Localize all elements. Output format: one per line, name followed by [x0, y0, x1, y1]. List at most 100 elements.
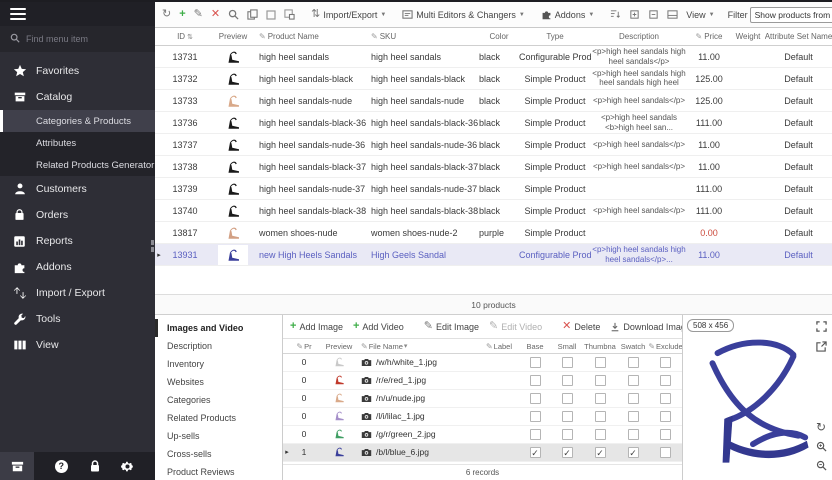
exclude-checkbox[interactable] [660, 357, 671, 368]
column-header-preview[interactable]: Preview [207, 32, 259, 41]
column-header-sku[interactable]: ✎SKU [371, 32, 479, 41]
thumbnail-checkbox[interactable] [595, 375, 606, 386]
swatch-checkbox[interactable] [628, 357, 639, 368]
zoom-out-icon[interactable] [814, 458, 828, 472]
table-row[interactable]: 13733high heel sandals-nudehigh heel san… [155, 90, 832, 112]
sidebar-item-orders[interactable]: Orders [0, 202, 155, 228]
table-row[interactable]: 13740high heel sandals-black-38high heel… [155, 200, 832, 222]
sort-button[interactable] [607, 7, 624, 22]
zoom-in-icon[interactable] [814, 439, 828, 453]
table-row[interactable]: 13738high heel sandals-black-37high heel… [155, 156, 832, 178]
thumbnail-checkbox[interactable] [595, 357, 606, 368]
lock-icon[interactable] [89, 452, 101, 480]
swatch-checkbox[interactable]: ✓ [628, 447, 639, 458]
image-row[interactable]: 0/r/e/red_1.jpg [283, 372, 682, 390]
base-checkbox[interactable]: ✓ [530, 447, 541, 458]
thumbnail-checkbox[interactable]: ✓ [595, 447, 606, 458]
small-checkbox[interactable] [562, 411, 573, 422]
sidebar-item-view[interactable]: View [0, 332, 155, 358]
sidebar-item-attributes[interactable]: Attributes [0, 132, 155, 154]
sidebar-item-categories-products[interactable]: Categories & Products [0, 110, 155, 132]
sidebar-search[interactable] [0, 26, 155, 52]
multi-editors-dropdown[interactable]: Multi Editors & Changers▼ [399, 7, 528, 22]
swatch-checkbox[interactable] [628, 411, 639, 422]
table-row[interactable]: ▸13931new High Heels SandalsHigh Geels S… [155, 244, 832, 266]
edit-image-button[interactable]: ✎Edit Image [421, 319, 482, 334]
base-checkbox[interactable] [530, 375, 541, 386]
gear-icon[interactable] [121, 452, 134, 480]
sidebar-item-customers[interactable]: Customers [0, 176, 155, 202]
tab-cross-sells[interactable]: Cross-sells [155, 445, 282, 463]
swatch-checkbox[interactable] [628, 375, 639, 386]
thumbnail-checkbox[interactable] [595, 429, 606, 440]
image-row[interactable]: 0/l/i/lilac_1.jpg [283, 408, 682, 426]
filter-select[interactable]: Show products from selected categories▼ [750, 7, 832, 23]
rotate-icon[interactable]: ↻ [814, 420, 828, 434]
tab-description[interactable]: Description [155, 337, 282, 355]
tab-websites[interactable]: Websites [155, 373, 282, 391]
thumbnail-checkbox[interactable] [595, 393, 606, 404]
image-row[interactable]: 0/w/h/white_1.jpg [283, 354, 682, 372]
delete-image-button[interactable]: ✕Delete [559, 319, 603, 334]
table-row[interactable]: 13817women shoes-nudewomen shoes-nude-2p… [155, 222, 832, 244]
column-header-weight[interactable]: Weight [731, 32, 765, 41]
image-column-header-exclude[interactable]: ✎Exclude [649, 342, 682, 351]
sidebar-item-addons[interactable]: Addons [0, 254, 155, 280]
exclude-checkbox[interactable] [660, 411, 671, 422]
sidebar-search-input[interactable] [26, 34, 145, 44]
tab-categories[interactable]: Categories [155, 391, 282, 409]
small-checkbox[interactable] [562, 393, 573, 404]
add-product-button[interactable]: + [176, 7, 188, 22]
small-checkbox[interactable] [562, 375, 573, 386]
image-row[interactable]: 0/g/r/green_2.jpg [283, 426, 682, 444]
table-row[interactable]: 13739high heel sandals-nude-37high heel … [155, 178, 832, 200]
exclude-checkbox[interactable] [660, 393, 671, 404]
panel-layout-button[interactable] [664, 7, 681, 22]
sidebar-item-tools[interactable]: Tools [0, 306, 155, 332]
small-checkbox[interactable]: ✓ [562, 447, 573, 458]
tab-up-sells[interactable]: Up-sells [155, 427, 282, 445]
view-dropdown[interactable]: View▼ [683, 8, 717, 22]
image-column-header-pr[interactable]: ✎Pr [291, 342, 317, 351]
image-column-header-base[interactable]: Base [519, 342, 551, 351]
expand-all-button[interactable] [626, 7, 643, 22]
column-header-attribute-set-name[interactable]: Attribute Set Name [765, 32, 832, 41]
column-header-product-name[interactable]: ✎Product Name [259, 32, 371, 41]
swatch-checkbox[interactable] [628, 429, 639, 440]
small-checkbox[interactable] [562, 357, 573, 368]
tab-related-products[interactable]: Related Products [155, 409, 282, 427]
hamburger-menu-icon[interactable] [10, 8, 26, 20]
image-row[interactable]: 0/n/u/nude.jpg [283, 390, 682, 408]
tab-images-and-video[interactable]: Images and Video [155, 319, 282, 337]
edit-product-button[interactable]: ✎ [191, 7, 206, 22]
panel-resize-handle[interactable] [151, 238, 155, 254]
column-header-description[interactable]: Description [591, 32, 687, 41]
table-row[interactable]: 13732high heel sandals-blackhigh heel sa… [155, 68, 832, 90]
column-header-price[interactable]: ✎Price [687, 32, 731, 41]
image-row[interactable]: ▸1/b/l/blue_6.jpg✓✓✓✓ [283, 444, 682, 462]
base-checkbox[interactable] [530, 357, 541, 368]
exclude-checkbox[interactable] [660, 375, 671, 386]
small-checkbox[interactable] [562, 429, 573, 440]
sidebar-item-reports[interactable]: Reports [0, 228, 155, 254]
image-column-header-file-name[interactable]: ✎File Name▾ [361, 342, 479, 351]
catalog-shortcut-icon[interactable] [0, 452, 34, 480]
table-row[interactable]: 13731high heel sandalshigh heel sandalsb… [155, 46, 832, 68]
refresh-button[interactable]: ↻ [159, 7, 174, 22]
tab-product-reviews[interactable]: Product Reviews [155, 463, 282, 480]
swatch-checkbox[interactable] [628, 393, 639, 404]
column-header-type[interactable]: Type [519, 32, 591, 41]
edit-video-button[interactable]: ✎Edit Video [486, 319, 545, 334]
addons-dropdown[interactable]: Addons▼ [538, 7, 597, 22]
image-column-header-swatch[interactable]: Swatch [617, 342, 649, 351]
table-row[interactable]: 13737high heel sandals-nude-36high heel … [155, 134, 832, 156]
image-column-header-label[interactable]: ✎Label [479, 342, 519, 351]
duplicate-button[interactable] [281, 7, 298, 22]
download-image-button[interactable]: Download Image [607, 320, 682, 334]
fullscreen-icon[interactable] [814, 319, 828, 333]
exclude-checkbox[interactable] [660, 447, 671, 458]
base-checkbox[interactable] [530, 429, 541, 440]
thumbnail-checkbox[interactable] [595, 411, 606, 422]
sidebar-item-favorites[interactable]: Favorites [0, 58, 155, 84]
base-checkbox[interactable] [530, 411, 541, 422]
